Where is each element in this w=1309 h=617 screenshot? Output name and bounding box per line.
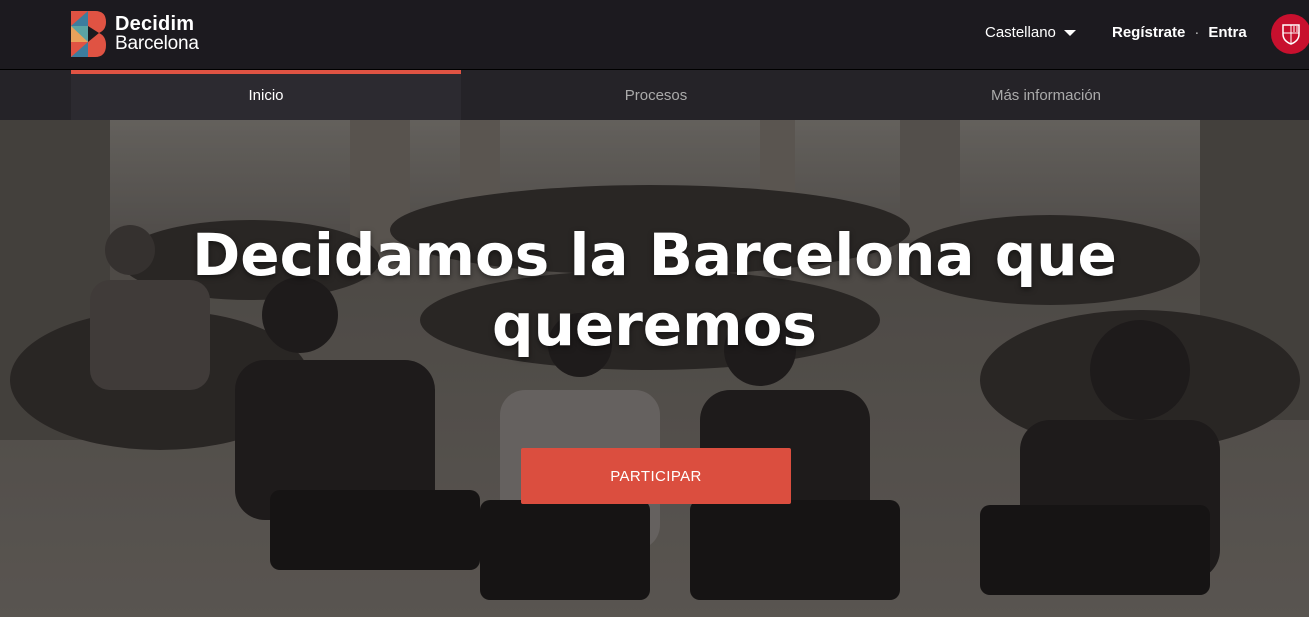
language-selector[interactable]: Castellano [985,24,1076,41]
decidim-logo-icon [71,11,106,57]
register-link[interactable]: Regístrate [1112,24,1185,41]
nav-item-procesos[interactable]: Procesos [461,70,851,120]
nav-item-inicio[interactable]: Inicio [71,70,461,120]
participar-button[interactable]: PARTICIPAR [521,448,791,504]
login-link[interactable]: Entra [1208,24,1246,41]
auth-links: Regístrate · Entra [1112,24,1247,41]
auth-separator: · [1194,24,1200,41]
hero-banner: Decidamos la Barcelona que queremos PART… [0,120,1309,617]
barcelona-city-seal-icon[interactable] [1271,14,1309,54]
logo-title: Decidim [115,13,195,35]
logo-subtitle: Barcelona [115,33,199,54]
decidim-barcelona-logo[interactable]: Decidim Barcelona [71,10,199,58]
hero-overlay [0,120,1309,617]
nav-item-mas-informacion[interactable]: Más información [851,70,1241,120]
top-bar: Decidim Barcelona Castellano Regístrate … [0,0,1309,70]
main-navigation: Inicio Procesos Más información [0,70,1309,120]
caret-down-icon [1063,30,1076,36]
city-shield-icon [1282,24,1300,45]
hero-title-line-1: Decidamos la Barcelona que [192,221,1117,289]
language-selected-label: Castellano [985,24,1056,41]
hero-title-line-2: queremos [492,291,817,359]
hero-title: Decidamos la Barcelona que queremos [0,220,1309,360]
